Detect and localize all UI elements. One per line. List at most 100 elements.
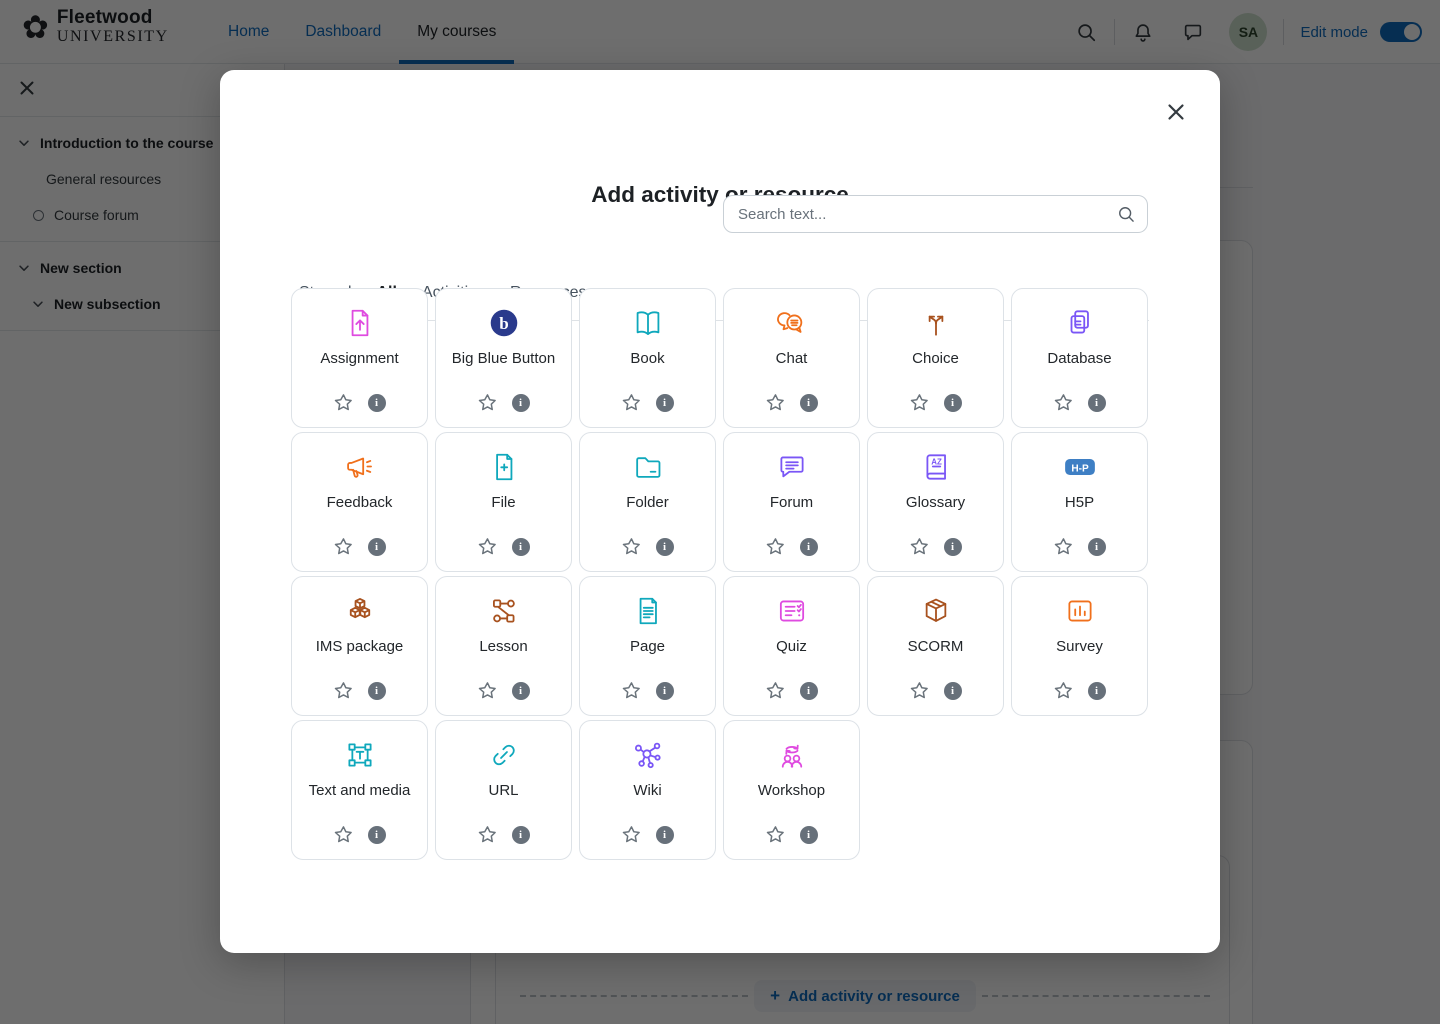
star-icon[interactable] xyxy=(622,393,641,412)
activity-card-h5p[interactable]: H-PH5Pi xyxy=(1011,432,1148,572)
card-actions: i xyxy=(1054,681,1106,700)
activity-card-database[interactable]: Databasei xyxy=(1011,288,1148,428)
activity-card-label: Feedback xyxy=(327,495,393,512)
database-icon xyxy=(1063,306,1097,340)
card-actions: i xyxy=(766,393,818,412)
info-icon[interactable]: i xyxy=(800,682,818,700)
info-icon[interactable]: i xyxy=(656,394,674,412)
info-icon[interactable]: i xyxy=(944,538,962,556)
add-activity-modal: Add activity or resource StarredAllActiv… xyxy=(220,70,1220,953)
info-icon[interactable]: i xyxy=(1088,394,1106,412)
activity-card-folder[interactable]: Folder i xyxy=(579,432,716,572)
star-icon[interactable] xyxy=(478,681,497,700)
info-icon[interactable]: i xyxy=(512,826,530,844)
star-icon[interactable] xyxy=(910,537,929,556)
info-icon[interactable]: i xyxy=(368,394,386,412)
activity-card-scorm[interactable]: SCORM i xyxy=(867,576,1004,716)
star-icon[interactable] xyxy=(766,681,785,700)
info-icon[interactable]: i xyxy=(368,538,386,556)
activity-card-survey[interactable]: Survey i xyxy=(1011,576,1148,716)
activity-card-book[interactable]: Book i xyxy=(579,288,716,428)
card-actions: i xyxy=(910,537,962,556)
choice-icon xyxy=(919,306,953,340)
activity-card-lesson[interactable]: Lesson i xyxy=(435,576,572,716)
close-modal-icon[interactable] xyxy=(1164,100,1188,124)
activity-card-label: Folder xyxy=(626,495,669,512)
card-actions: i xyxy=(334,537,386,556)
bigbluebutton-icon: b xyxy=(487,306,521,340)
activity-card-wiki[interactable]: Wikii xyxy=(579,720,716,860)
card-actions: i xyxy=(622,537,674,556)
activity-card-label: Lesson xyxy=(479,639,527,656)
file-icon xyxy=(487,450,521,484)
star-icon[interactable] xyxy=(766,393,785,412)
activity-card-choice[interactable]: Choice i xyxy=(867,288,1004,428)
star-icon[interactable] xyxy=(334,393,353,412)
activity-card-label: Choice xyxy=(912,351,959,368)
activity-card-label: Text and media xyxy=(309,783,411,800)
activity-card-forum[interactable]: Forum i xyxy=(723,432,860,572)
feedback-icon xyxy=(343,450,377,484)
card-actions: i xyxy=(622,393,674,412)
star-icon[interactable] xyxy=(334,537,353,556)
activity-card-label: URL xyxy=(488,783,518,800)
star-icon[interactable] xyxy=(478,825,497,844)
activity-card-url[interactable]: URL i xyxy=(435,720,572,860)
info-icon[interactable]: i xyxy=(800,538,818,556)
card-actions: i xyxy=(478,825,530,844)
activity-card-glossary[interactable]: AZGlossaryi xyxy=(867,432,1004,572)
info-icon[interactable]: i xyxy=(512,394,530,412)
activity-card-page[interactable]: Pagei xyxy=(579,576,716,716)
activity-card-ims-package[interactable]: IMS packagei xyxy=(291,576,428,716)
activity-card-workshop[interactable]: Workshopi xyxy=(723,720,860,860)
info-icon[interactable]: i xyxy=(368,826,386,844)
star-icon[interactable] xyxy=(334,681,353,700)
activity-card-assignment[interactable]: Assignmenti xyxy=(291,288,428,428)
activity-card-big-blue-button[interactable]: b Big Blue Button i xyxy=(435,288,572,428)
star-icon[interactable] xyxy=(622,681,641,700)
activity-card-label: Survey xyxy=(1056,639,1103,656)
star-icon[interactable] xyxy=(1054,393,1073,412)
star-icon[interactable] xyxy=(622,825,641,844)
activity-card-quiz[interactable]: Quiz i xyxy=(723,576,860,716)
activity-card-feedback[interactable]: Feedback i xyxy=(291,432,428,572)
info-icon[interactable]: i xyxy=(512,538,530,556)
page-icon xyxy=(631,594,665,628)
info-icon[interactable]: i xyxy=(944,394,962,412)
card-actions: i xyxy=(478,681,530,700)
star-icon[interactable] xyxy=(1054,681,1073,700)
activity-card-chat[interactable]: Chati xyxy=(723,288,860,428)
info-icon[interactable]: i xyxy=(800,394,818,412)
activity-card-label: Quiz xyxy=(776,639,807,656)
activity-card-label: Big Blue Button xyxy=(452,351,555,368)
activity-card-label: Book xyxy=(630,351,664,368)
activity-card-text-and-media[interactable]: Text and media i xyxy=(291,720,428,860)
info-icon[interactable]: i xyxy=(368,682,386,700)
info-icon[interactable]: i xyxy=(1088,538,1106,556)
star-icon[interactable] xyxy=(478,537,497,556)
info-icon[interactable]: i xyxy=(512,682,530,700)
activity-card-file[interactable]: Filei xyxy=(435,432,572,572)
star-icon[interactable] xyxy=(910,393,929,412)
star-icon[interactable] xyxy=(1054,537,1073,556)
info-icon[interactable]: i xyxy=(656,826,674,844)
star-icon[interactable] xyxy=(478,393,497,412)
card-actions: i xyxy=(622,681,674,700)
info-icon[interactable]: i xyxy=(944,682,962,700)
search-input[interactable] xyxy=(723,195,1148,233)
star-icon[interactable] xyxy=(766,537,785,556)
activity-card-label: SCORM xyxy=(908,639,964,656)
star-icon[interactable] xyxy=(766,825,785,844)
star-icon[interactable] xyxy=(622,537,641,556)
info-icon[interactable]: i xyxy=(800,826,818,844)
info-icon[interactable]: i xyxy=(656,538,674,556)
info-icon[interactable]: i xyxy=(656,682,674,700)
star-icon[interactable] xyxy=(334,825,353,844)
ims-package-icon xyxy=(343,594,377,628)
search-icon[interactable] xyxy=(1116,204,1136,229)
svg-text:AZ: AZ xyxy=(931,457,942,466)
star-icon[interactable] xyxy=(910,681,929,700)
info-icon[interactable]: i xyxy=(1088,682,1106,700)
activity-card-label: Forum xyxy=(770,495,813,512)
screen: ⋮ + Add activity or resource ✿ Fleetwood… xyxy=(0,0,1440,1024)
